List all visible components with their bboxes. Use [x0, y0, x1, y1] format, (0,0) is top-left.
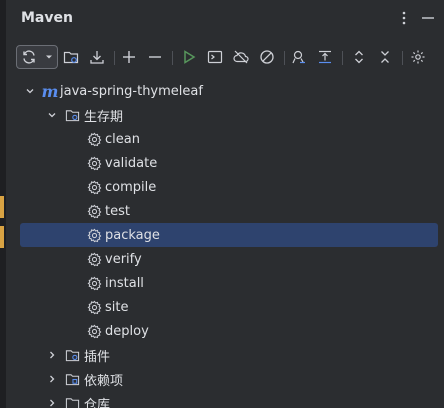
- lifecycle-goal-site[interactable]: site: [20, 295, 438, 319]
- gear-icon: [86, 227, 102, 243]
- run-icon[interactable]: [178, 46, 200, 68]
- lifecycle-goal-verify[interactable]: verify: [20, 247, 438, 271]
- lifecycle-goal-label: compile: [105, 179, 157, 195]
- lifecycle-goal-label: deploy: [105, 323, 149, 339]
- repositories-folder-icon: [64, 395, 80, 408]
- lifecycle-folder-icon: [64, 107, 80, 123]
- more-vertical-icon[interactable]: [394, 8, 414, 28]
- plugins-label: 插件: [84, 349, 111, 365]
- maven-tool-window: Maven m java-spring-thymeleaf 生存期 clean …: [6, 0, 444, 408]
- gear-icon: [86, 251, 102, 267]
- dropdown-arrow-icon[interactable]: [41, 46, 57, 68]
- reload-combo-button[interactable]: [16, 45, 58, 69]
- dependencies-folder-icon: [64, 371, 80, 387]
- toolbar-separator: [402, 51, 403, 65]
- gear-icon: [86, 275, 102, 291]
- settings-icon[interactable]: [407, 46, 429, 68]
- gear-icon: [86, 323, 102, 339]
- tree-node-project[interactable]: m java-spring-thymeleaf: [20, 79, 438, 103]
- collapse-icon[interactable]: [314, 46, 336, 68]
- gear-icon: [86, 179, 102, 195]
- skip-tests-icon[interactable]: [256, 46, 278, 68]
- repositories-label: 仓库: [84, 397, 111, 408]
- edge-highlight: [0, 196, 4, 218]
- chevron-down-icon[interactable]: [46, 109, 58, 121]
- project-label: java-spring-thymeleaf: [60, 83, 203, 99]
- plugins-folder-icon: [64, 347, 80, 363]
- lifecycle-goal-package[interactable]: package: [20, 223, 438, 247]
- lifecycle-goal-label: clean: [105, 131, 140, 147]
- download-icon[interactable]: [86, 46, 108, 68]
- lifecycle-goal-label: test: [105, 203, 130, 219]
- add-icon[interactable]: [118, 46, 140, 68]
- toolbar-separator: [342, 51, 343, 65]
- chevron-right-icon[interactable]: [46, 397, 58, 408]
- tool-window-title: Maven: [21, 10, 73, 26]
- lifecycle-goal-deploy[interactable]: deploy: [20, 319, 438, 343]
- tree-node-repositories[interactable]: 仓库: [20, 391, 438, 408]
- tree-node-lifecycle[interactable]: 生存期: [20, 103, 438, 127]
- lifecycle-goal-test[interactable]: test: [20, 199, 438, 223]
- lifecycle-goal-install[interactable]: install: [20, 271, 438, 295]
- tool-window-header: Maven: [6, 0, 444, 38]
- chevron-right-icon[interactable]: [46, 349, 58, 361]
- lifecycle-goal-label: package: [105, 227, 160, 243]
- reload-icon[interactable]: [17, 46, 41, 68]
- lifecycle-goal-label: verify: [105, 251, 142, 267]
- lifecycle-goal-compile[interactable]: compile: [20, 175, 438, 199]
- tree-node-plugins[interactable]: 插件: [20, 343, 438, 367]
- toolbar-separator: [114, 51, 115, 65]
- expand-all-icon[interactable]: [348, 46, 370, 68]
- tree-node-dependencies[interactable]: 依赖项: [20, 367, 438, 391]
- execute-goal-icon[interactable]: [204, 46, 226, 68]
- toolbar-separator: [172, 51, 173, 65]
- minimize-icon[interactable]: [418, 8, 438, 28]
- lifecycle-goal-label: site: [105, 299, 129, 315]
- lifecycle-goal-clean[interactable]: clean: [20, 127, 438, 151]
- lifecycle-goal-label: install: [105, 275, 144, 291]
- toolbar-separator: [284, 51, 285, 65]
- edge-highlight: [0, 226, 4, 248]
- collapse-all-icon[interactable]: [374, 46, 396, 68]
- offline-mode-icon[interactable]: [230, 46, 252, 68]
- show-dependencies-icon[interactable]: [288, 46, 310, 68]
- gear-icon: [86, 203, 102, 219]
- chevron-down-icon[interactable]: [24, 85, 36, 97]
- add-project-icon[interactable]: [60, 46, 82, 68]
- gear-icon: [86, 131, 102, 147]
- lifecycle-goal-label: validate: [105, 155, 158, 171]
- remove-icon[interactable]: [144, 46, 166, 68]
- lifecycle-label: 生存期: [84, 109, 124, 125]
- lifecycle-goal-validate[interactable]: validate: [20, 151, 438, 175]
- chevron-right-icon[interactable]: [46, 373, 58, 385]
- dependencies-label: 依赖项: [84, 373, 124, 389]
- maven-project-icon: m: [41, 81, 59, 101]
- gear-icon: [86, 155, 102, 171]
- maven-toolbar: [6, 42, 444, 72]
- gear-icon: [86, 299, 102, 315]
